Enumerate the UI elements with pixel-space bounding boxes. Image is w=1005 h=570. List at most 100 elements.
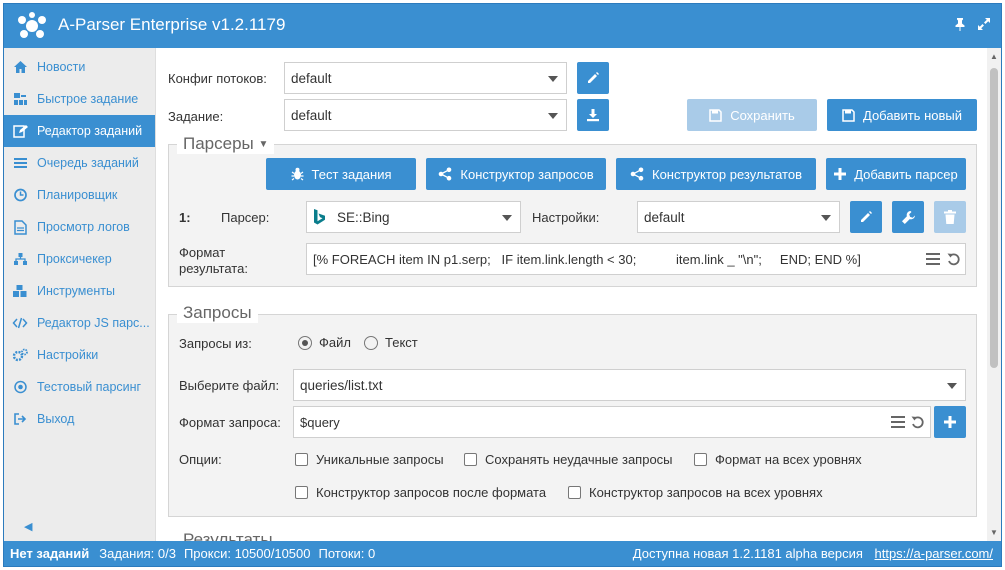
builder-all-levels-checkbox[interactable]: Конструктор запросов на всех уровнях <box>568 485 823 500</box>
sidebar-item-news[interactable]: Новости <box>4 51 155 83</box>
undo-icon[interactable] <box>911 415 925 432</box>
save-failed-queries-checkbox[interactable]: Сохранять неудачные запросы <box>464 452 673 467</box>
query-format-input[interactable]: $query <box>293 406 931 438</box>
add-new-button[interactable]: Добавить новый <box>827 99 977 131</box>
floppy-icon <box>842 108 855 122</box>
result-builder-button[interactable]: Конструктор результатов <box>616 158 816 190</box>
sidebar-item-label: Выход <box>37 412 75 426</box>
undo-icon[interactable] <box>947 252 961 269</box>
query-builder-button[interactable]: Конструктор запросов <box>426 158 606 190</box>
add-query-format-button[interactable] <box>934 406 966 438</box>
sidebar-item-label: Планировщик <box>37 188 118 202</box>
file-icon <box>12 219 28 235</box>
query-source-file-radio[interactable]: Файл <box>298 335 351 350</box>
add-parser-label: Добавить парсер <box>854 166 958 182</box>
pencil-icon <box>861 211 872 222</box>
edit-icon <box>12 123 28 139</box>
sidebar-item-label: Тестовый парсинг <box>37 380 142 394</box>
share-icon <box>439 167 452 181</box>
share-icon <box>630 167 644 181</box>
parsers-legend[interactable]: Парсеры ▼ <box>177 134 275 154</box>
query-builder-label: Конструктор запросов <box>460 166 594 182</box>
list-icon <box>12 155 28 171</box>
chevron-down-icon <box>821 215 831 221</box>
sidebar-item-test-parsing[interactable]: Тестовый парсинг <box>4 371 155 403</box>
builder-after-format-checkbox[interactable]: Конструктор запросов после формата <box>295 485 546 500</box>
checkbox-label: Конструктор запросов на всех уровнях <box>589 485 823 500</box>
queries-file-value: queries/list.txt <box>300 377 383 393</box>
fullscreen-icon[interactable] <box>977 17 991 31</box>
scroll-up-icon[interactable]: ▲ <box>990 52 998 61</box>
test-task-label: Тест задания <box>311 166 392 182</box>
sidebar-item-scheduler[interactable]: Планировщик <box>4 179 155 211</box>
status-bar: Нет заданий Задания: 0/3 Прокси: 10500/1… <box>4 541 1001 566</box>
sidebar-item-task-editor[interactable]: Редактор заданий <box>4 115 155 147</box>
sidebar-item-label: Инструменты <box>37 284 115 298</box>
bing-icon <box>313 209 329 225</box>
floppy-icon <box>709 108 722 122</box>
sidebar-item-task-queue[interactable]: Очередь заданий <box>4 147 155 179</box>
sidebar-item-proxy-checker[interactable]: Проксичекер <box>4 243 155 275</box>
checkbox-label: Формат на всех уровнях <box>715 452 862 467</box>
save-button[interactable]: Сохранить <box>687 99 817 131</box>
query-source-text-radio[interactable]: Текст <box>364 335 418 350</box>
bug-icon <box>291 167 303 181</box>
unique-queries-checkbox[interactable]: Уникальные запросы <box>295 452 444 467</box>
radio-selected-icon <box>298 335 312 350</box>
delete-parser-button[interactable] <box>934 201 966 233</box>
task-select[interactable]: default <box>284 99 567 131</box>
checkbox-box <box>694 453 707 466</box>
menu-icon[interactable] <box>891 416 905 431</box>
parser-settings-select[interactable]: default <box>637 201 840 233</box>
load-task-button[interactable] <box>577 99 609 131</box>
task-value: default <box>291 107 332 123</box>
website-link[interactable]: https://a-parser.com/ <box>875 546 994 561</box>
main-content: Конфиг потоков: default Задание: default… <box>157 48 987 541</box>
sidebar-item-quick-task[interactable]: Быстрое задание <box>4 83 155 115</box>
edit-parser-button[interactable] <box>850 201 882 233</box>
sidebar-item-label: Быстрое задание <box>37 92 139 106</box>
edit-threads-button[interactable] <box>577 62 609 94</box>
clock-icon <box>12 187 28 203</box>
app-window: A-Parser Enterprise v1.2.1179 Новости Бы… <box>3 3 1002 567</box>
scroll-down-icon[interactable]: ▼ <box>990 528 998 537</box>
sidebar-item-label: Новости <box>37 60 86 74</box>
test-task-button[interactable]: Тест задания <box>266 158 416 190</box>
parser-select[interactable]: SE::Bing <box>306 201 521 233</box>
checkbox-label: Уникальные запросы <box>316 452 444 467</box>
add-new-button-label: Добавить новый <box>863 107 962 123</box>
sidebar-collapse-icon[interactable]: ◀ <box>24 520 32 533</box>
chevron-down-icon <box>548 76 558 82</box>
sidebar-item-label: Проксичекер <box>37 252 112 266</box>
sidebar-item-label: Очередь заданий <box>37 156 139 170</box>
add-parser-button[interactable]: Добавить парсер <box>826 158 966 190</box>
menu-icon[interactable] <box>926 253 940 268</box>
parsers-legend-label: Парсеры <box>183 134 254 153</box>
parser-options-button[interactable] <box>892 201 924 233</box>
format-all-levels-checkbox[interactable]: Формат на всех уровнях <box>694 452 862 467</box>
title-bar: A-Parser Enterprise v1.2.1179 <box>4 4 1001 48</box>
sidebar-item-logs[interactable]: Просмотр логов <box>4 211 155 243</box>
parser-value: SE::Bing <box>337 209 390 225</box>
sidebar-item-tools[interactable]: Инструменты <box>4 275 155 307</box>
choose-file-label: Выберите файл: <box>179 378 280 393</box>
sidebar-item-settings[interactable]: Настройки <box>4 339 155 371</box>
caret-down-icon: ▼ <box>258 139 269 150</box>
radio-unselected-icon <box>364 335 378 350</box>
scroll-thumb[interactable] <box>990 68 998 368</box>
sidebar-item-js-editor[interactable]: Редактор JS парс... <box>4 307 155 339</box>
main-scrollbar[interactable]: ▲ ▼ <box>987 48 1001 541</box>
sidebar-item-logout[interactable]: Выход <box>4 403 155 435</box>
threads-config-label: Конфиг потоков: <box>168 71 267 86</box>
cogs-icon <box>12 347 28 363</box>
update-notice: Доступна новая 1.2.1181 alpha версия <box>632 546 863 561</box>
threads-config-select[interactable]: default <box>284 62 567 94</box>
queries-file-select[interactable]: queries/list.txt <box>293 369 966 401</box>
pin-icon[interactable] <box>953 17 967 31</box>
result-format-input[interactable]: [% FOREACH item IN p1.serp; IF item.link… <box>306 243 966 275</box>
result-builder-label: Конструктор результатов <box>652 166 802 182</box>
plus-icon <box>834 168 847 180</box>
app-logo-icon <box>18 12 46 38</box>
sidebar-item-label: Редактор заданий <box>37 124 143 138</box>
sidebar-item-label: Настройки <box>37 348 99 362</box>
